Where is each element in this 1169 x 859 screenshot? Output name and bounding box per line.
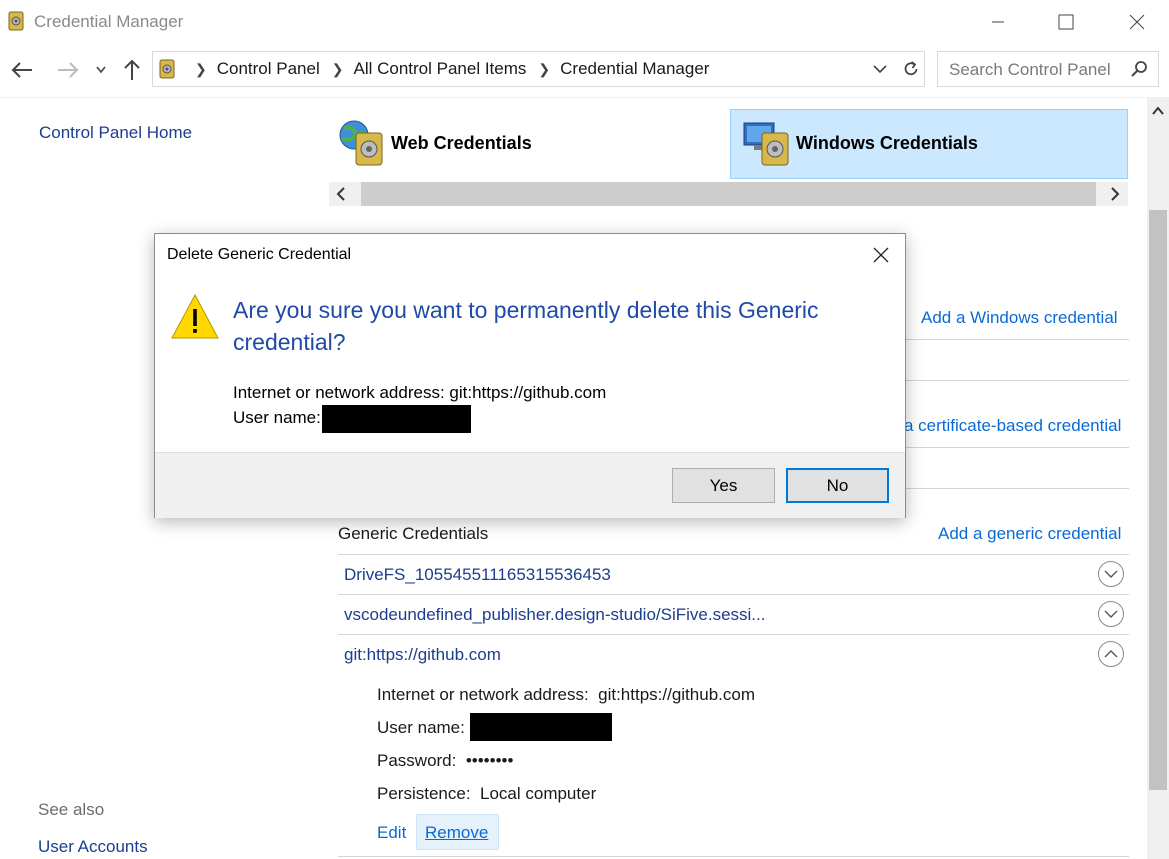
redacted-username (322, 405, 471, 433)
close-button[interactable] (1114, 6, 1160, 38)
windows-credentials-icon (743, 122, 789, 166)
up-button[interactable] (118, 56, 146, 84)
search-placeholder: Search Control Panel (949, 60, 1111, 79)
section-divider (905, 447, 1129, 448)
horizontal-scrollbar-thumb[interactable] (361, 182, 1096, 206)
breadcrumb-item[interactable]: Credential Manager (560, 59, 709, 79)
tab-windows-credentials-label: Windows Credentials (796, 132, 978, 153)
window-title: Credential Manager (34, 12, 184, 31)
maximize-icon (1058, 14, 1074, 30)
tab-web-credentials-label: Web Credentials (391, 132, 532, 153)
expand-credential-button[interactable] (1098, 601, 1124, 627)
yes-button[interactable]: Yes (672, 468, 775, 503)
breadcrumb-item[interactable]: All Control Panel Items (353, 59, 526, 79)
section-divider (905, 339, 1129, 340)
close-icon (873, 247, 889, 263)
list-divider (338, 594, 1129, 595)
vertical-scrollbar-thumb[interactable] (1149, 210, 1167, 790)
dialog-address-line: Internet or network address: git:https:/… (233, 383, 607, 402)
generic-credentials-heading: Generic Credentials (338, 524, 489, 543)
search-input[interactable]: Search Control Panel (937, 51, 1159, 87)
chevron-up-icon (1104, 650, 1118, 658)
recent-locations-button[interactable] (88, 56, 114, 84)
back-button[interactable] (8, 56, 36, 84)
address-dropdown-icon[interactable] (873, 62, 887, 81)
back-arrow-icon (11, 62, 32, 78)
toolbar-divider (0, 97, 1169, 98)
refresh-icon[interactable] (902, 60, 920, 83)
scroll-up-icon[interactable] (1151, 104, 1165, 122)
detail-password-row: Password: •••••••• (377, 751, 513, 771)
web-credentials-icon (339, 120, 383, 166)
section-divider (905, 380, 1129, 381)
credential-item-name[interactable]: DriveFS_105545511165315536453 (344, 565, 611, 585)
credential-manager-icon (8, 11, 24, 31)
detail-password-label: Password: (377, 751, 457, 770)
control-panel-home-link[interactable]: Control Panel Home (39, 123, 192, 143)
tab-windows-credentials-content[interactable]: Windows Credentials (742, 117, 978, 169)
add-windows-credential-link[interactable]: Add a Windows credential (921, 308, 1118, 328)
user-accounts-link[interactable]: User Accounts (38, 837, 148, 857)
tab-web-credentials[interactable]: Web Credentials (336, 117, 532, 169)
detail-address-value: git:https://github.com (598, 685, 755, 704)
redacted-username (470, 713, 612, 741)
add-generic-credential-link[interactable]: Add a generic credential (938, 524, 1121, 544)
dialog-username-label: User name: (233, 408, 321, 427)
chevron-down-icon (1104, 610, 1118, 618)
scroll-left-icon[interactable] (334, 186, 348, 207)
chevron-down-icon (1104, 570, 1118, 578)
breadcrumb-separator-icon[interactable]: ❯ (332, 61, 344, 78)
breadcrumb-item[interactable]: Control Panel (217, 59, 320, 79)
breadcrumb: ❯ Control Panel ❯ All Control Panel Item… (183, 52, 709, 86)
scroll-right-icon[interactable] (1108, 186, 1122, 207)
breadcrumb-separator-icon: ❯ (195, 60, 207, 77)
dialog-title: Delete Generic Credential (167, 246, 352, 263)
detail-persistence-row: Persistence: Local computer (377, 784, 596, 804)
minimize-button[interactable] (975, 6, 1021, 38)
list-divider (338, 634, 1129, 635)
remove-link[interactable]: Remove (425, 823, 488, 843)
edit-link[interactable]: Edit (377, 823, 406, 843)
forward-arrow-icon (58, 62, 79, 78)
expand-credential-button[interactable] (1098, 561, 1124, 587)
title-bar: Credential Manager (0, 0, 1169, 46)
breadcrumb-separator-icon[interactable]: ❯ (538, 61, 550, 78)
control-panel-icon (159, 59, 175, 84)
section-divider (338, 554, 1129, 555)
maximize-button[interactable] (1043, 6, 1089, 38)
list-divider (338, 856, 1129, 857)
search-icon[interactable] (1130, 60, 1148, 83)
up-arrow-icon (124, 59, 140, 80)
see-also-heading: See also (38, 800, 105, 819)
warning-icon (170, 292, 220, 347)
address-bar[interactable]: ❯ Control Panel ❯ All Control Panel Item… (152, 51, 925, 87)
close-icon (1129, 14, 1145, 30)
credential-item-name[interactable]: vscodeundefined_publisher.design-studio/… (344, 605, 765, 625)
detail-persistence-label: Persistence: (377, 784, 471, 803)
detail-persistence-value: Local computer (480, 784, 597, 803)
no-button[interactable]: No (786, 468, 889, 503)
dialog-close-button[interactable] (863, 240, 899, 270)
delete-credential-dialog: Delete Generic Credential Are you sure y… (154, 233, 906, 518)
forward-button[interactable] (54, 56, 82, 84)
detail-username-label: User name: (377, 718, 465, 737)
dialog-button-bar: Yes No (155, 452, 905, 518)
collapse-credential-button[interactable] (1098, 641, 1124, 667)
credential-item-name[interactable]: git:https://github.com (344, 645, 501, 665)
add-certificate-credential-link[interactable]: a certificate-based credential (904, 416, 1121, 436)
dialog-message: Are you sure you want to permanently del… (233, 297, 819, 355)
detail-address-row: Internet or network address: git:https:/… (377, 685, 755, 705)
detail-address-label: Internet or network address: (377, 685, 589, 704)
section-divider (905, 488, 1129, 489)
chevron-down-icon (96, 66, 106, 74)
detail-password-value: •••••••• (465, 751, 514, 770)
minimize-icon (992, 21, 1004, 23)
